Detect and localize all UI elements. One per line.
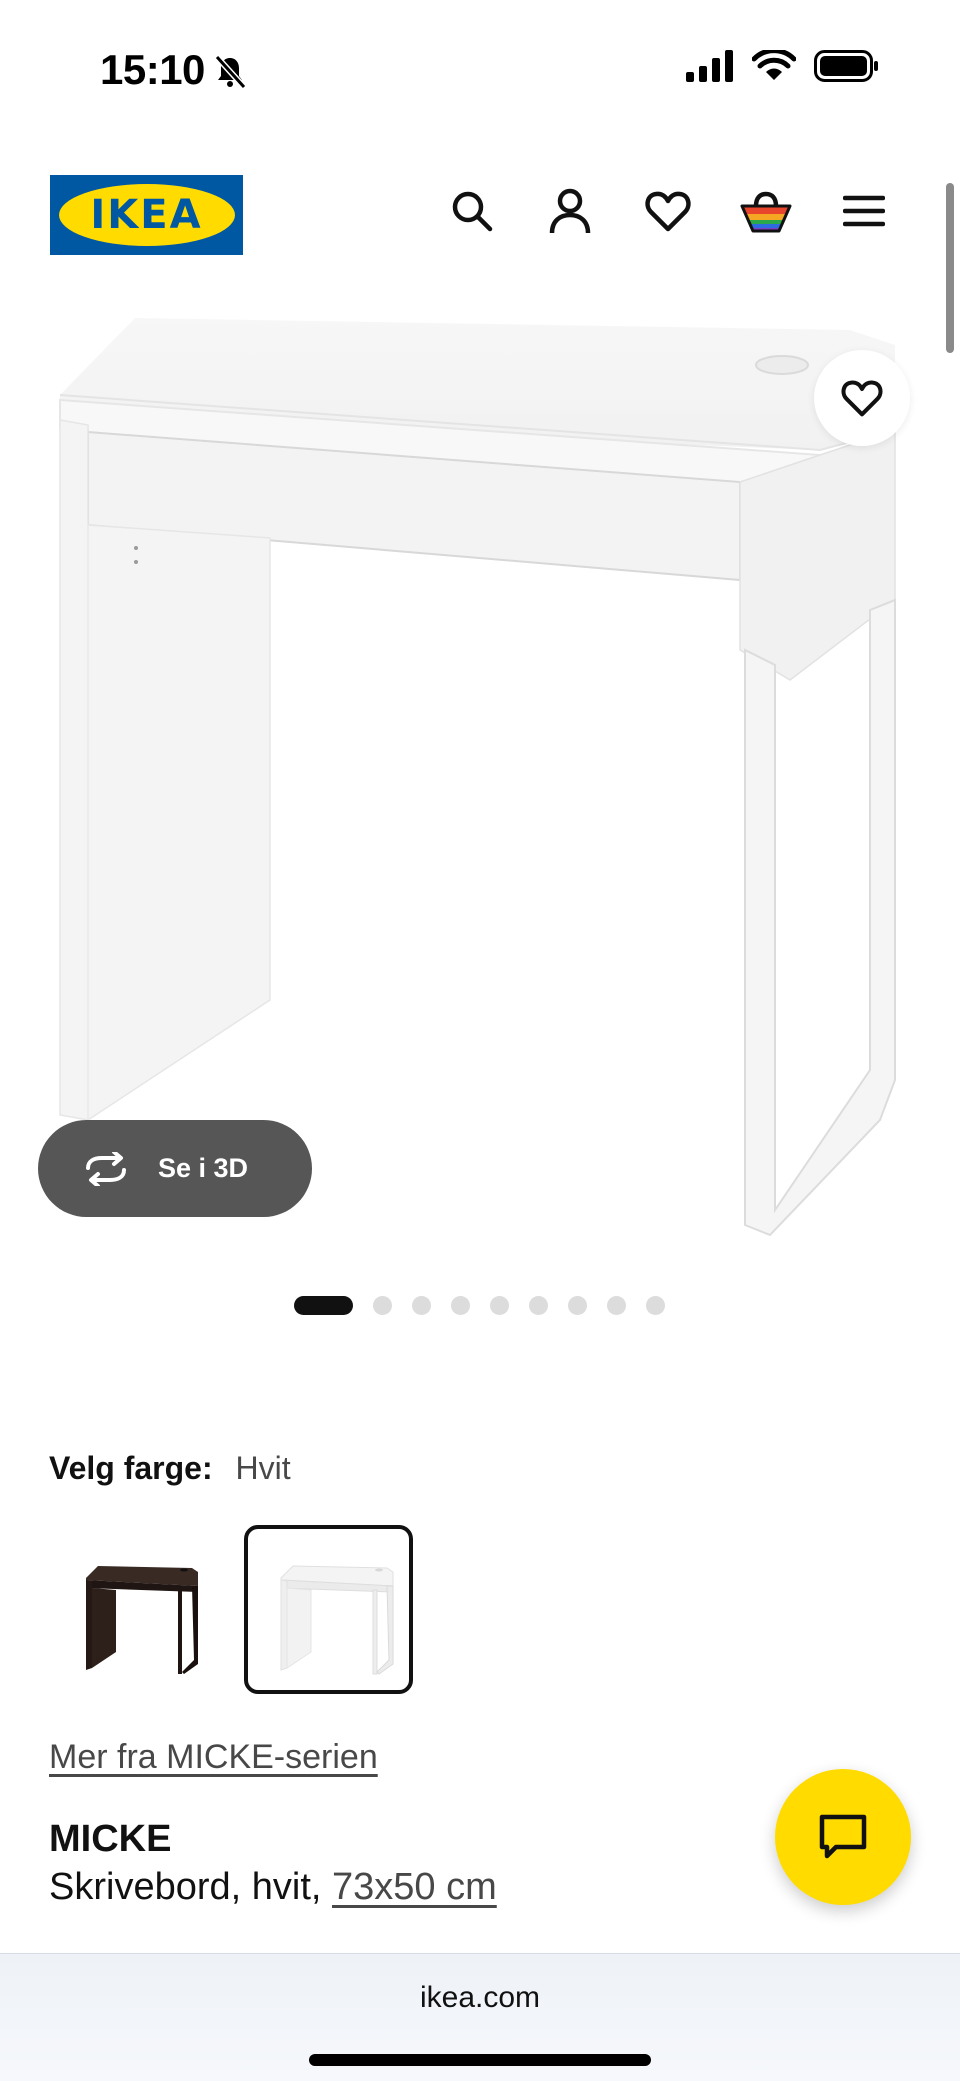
carousel-dot[interactable] bbox=[451, 1296, 470, 1315]
favorites-icon bbox=[645, 191, 691, 232]
url-text[interactable]: ikea.com bbox=[0, 1981, 960, 2015]
status-indicators bbox=[686, 50, 880, 82]
carousel-dot[interactable] bbox=[490, 1296, 509, 1315]
search-button[interactable] bbox=[445, 184, 499, 238]
rotate-3d-icon bbox=[86, 1151, 126, 1186]
carousel-dot[interactable] bbox=[607, 1296, 626, 1315]
carousel-dot[interactable] bbox=[529, 1296, 548, 1315]
color-label: Velg farge: bbox=[49, 1450, 213, 1486]
swatch-white[interactable] bbox=[244, 1525, 413, 1694]
chat-icon bbox=[819, 1814, 867, 1859]
color-swatches bbox=[49, 1525, 413, 1694]
carousel-dot[interactable] bbox=[568, 1296, 587, 1315]
menu-button[interactable] bbox=[837, 184, 891, 238]
favorites-button[interactable] bbox=[641, 184, 695, 238]
carousel-dot[interactable] bbox=[646, 1296, 665, 1315]
silent-bell-icon bbox=[214, 54, 247, 90]
battery-icon bbox=[814, 50, 878, 82]
browser-address-bar[interactable]: ikea.com bbox=[0, 1953, 960, 2081]
status-bar: 15:10 bbox=[0, 0, 960, 140]
carousel-dot[interactable] bbox=[294, 1296, 353, 1315]
heart-icon bbox=[841, 380, 883, 417]
carousel-indicator bbox=[294, 1296, 665, 1315]
view-3d-label: Se i 3D bbox=[158, 1153, 249, 1183]
account-button[interactable] bbox=[543, 184, 597, 238]
account-icon bbox=[549, 188, 591, 234]
product-size-link[interactable]: 73x50 cm bbox=[332, 1866, 497, 1908]
logo-oval: IKEA bbox=[58, 184, 235, 246]
status-time: 15:10 bbox=[100, 46, 205, 93]
carousel-dot[interactable] bbox=[412, 1296, 431, 1315]
add-to-favorites-button[interactable] bbox=[814, 350, 910, 446]
menu-icon bbox=[843, 195, 885, 227]
series-link[interactable]: Mer fra MICKE-serien bbox=[49, 1738, 378, 1777]
product-description: Skrivebord, hvit, 73x50 cm bbox=[49, 1866, 497, 1909]
cellular-signal-icon bbox=[686, 50, 733, 82]
cart-icon bbox=[740, 191, 792, 233]
product-name: MICKE bbox=[49, 1818, 172, 1860]
product-type: Skrivebord, hvit, bbox=[49, 1866, 322, 1908]
search-icon bbox=[452, 191, 493, 232]
wifi-icon bbox=[752, 50, 796, 80]
ikea-logo[interactable]: IKEA bbox=[50, 175, 243, 255]
desk-thumbnail-black-brown bbox=[85, 1565, 198, 1674]
product-image[interactable] bbox=[0, 300, 960, 1260]
header-actions bbox=[445, 184, 891, 238]
swatch-black-brown[interactable] bbox=[49, 1525, 218, 1694]
desk-thumbnail-white bbox=[280, 1564, 393, 1675]
view-3d-button[interactable]: Se i 3D bbox=[38, 1120, 312, 1217]
cart-button[interactable] bbox=[739, 184, 793, 238]
logo-text: IKEA bbox=[90, 192, 203, 238]
home-indicator[interactable] bbox=[309, 2054, 651, 2066]
color-selector: Velg farge: Hvit bbox=[49, 1450, 291, 1487]
carousel-dot[interactable] bbox=[373, 1296, 392, 1315]
site-header: IKEA bbox=[0, 170, 960, 260]
chat-button[interactable] bbox=[775, 1769, 911, 1905]
color-value: Hvit bbox=[235, 1450, 291, 1486]
